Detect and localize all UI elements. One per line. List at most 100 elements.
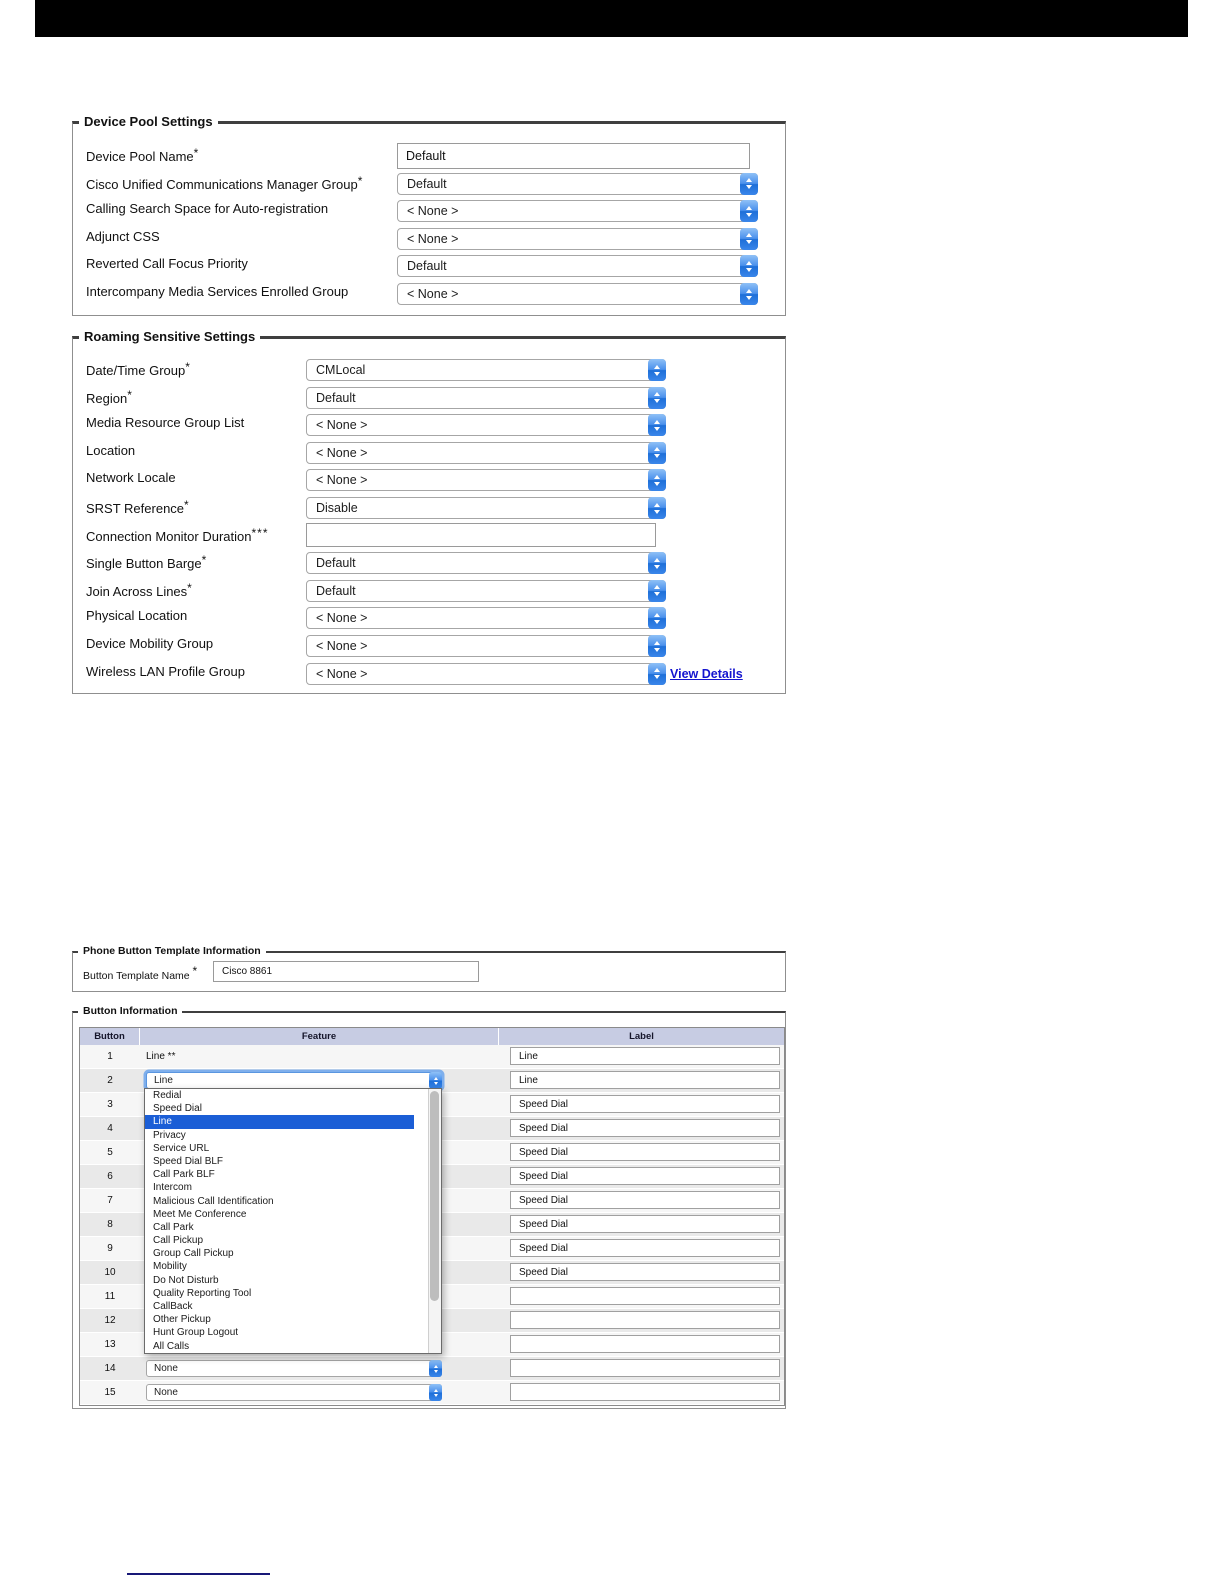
select-stepper-icon bbox=[648, 414, 666, 437]
button-number-cell: 8 bbox=[107, 1219, 113, 1230]
required-asterisk: * bbox=[192, 964, 199, 978]
dropdown-select[interactable]: Default bbox=[306, 552, 666, 575]
dropdown-item[interactable]: Call Park BLF bbox=[145, 1168, 414, 1181]
dropdown-scrollbar[interactable] bbox=[428, 1089, 441, 1353]
label-input[interactable]: Line bbox=[510, 1047, 780, 1065]
view-details-link[interactable]: View Details bbox=[670, 667, 743, 681]
select-value: Default bbox=[316, 390, 356, 405]
redacted-header-bar bbox=[35, 0, 1188, 37]
label-input[interactable]: Speed Dial bbox=[510, 1095, 780, 1113]
table-header-row: Button Feature Label bbox=[80, 1028, 784, 1045]
label-input[interactable] bbox=[510, 1335, 780, 1353]
dropdown-select[interactable]: Default bbox=[306, 386, 666, 409]
label-input[interactable]: Speed Dial bbox=[510, 1119, 780, 1137]
select-value: CMLocal bbox=[316, 363, 366, 377]
dropdown-select[interactable]: < None > bbox=[397, 283, 758, 305]
select-value: None bbox=[154, 1363, 178, 1374]
dropdown-item[interactable]: Service URL bbox=[145, 1142, 414, 1155]
label-input[interactable] bbox=[510, 1287, 780, 1305]
input-value: Speed Dial bbox=[519, 1194, 568, 1206]
dropdown-item[interactable]: Do Not Disturb bbox=[145, 1274, 414, 1287]
field-label: Device Mobility Group bbox=[86, 636, 214, 651]
dropdown-item[interactable]: Call Pickup bbox=[145, 1234, 414, 1247]
select-value: < None > bbox=[316, 473, 368, 488]
text-input[interactable] bbox=[306, 522, 656, 547]
field-label: Wireless LAN Profile Group bbox=[86, 663, 245, 679]
button-number-cell: 11 bbox=[104, 1291, 116, 1302]
label-input[interactable] bbox=[510, 1359, 780, 1377]
dropdown-select[interactable]: < None > bbox=[306, 607, 666, 630]
table-header-cell: Button bbox=[80, 1028, 140, 1045]
required-asterisk: * bbox=[193, 146, 200, 160]
label-input[interactable]: Line bbox=[510, 1071, 780, 1089]
dropdown-select[interactable]: < None > bbox=[306, 414, 666, 437]
label-input[interactable]: Speed Dial bbox=[510, 1143, 780, 1161]
dropdown-select[interactable]: Default bbox=[397, 172, 758, 195]
dropdown-select[interactable]: < None > bbox=[306, 469, 666, 492]
button-number-cell: 2 bbox=[107, 1075, 113, 1086]
dropdown-item[interactable]: Call Park bbox=[145, 1221, 414, 1234]
text-input[interactable]: Default bbox=[397, 143, 750, 169]
select-value: < None > bbox=[316, 666, 368, 681]
feature-select[interactable]: None bbox=[146, 1360, 442, 1377]
dropdown-item[interactable]: Other Pickup bbox=[145, 1313, 414, 1326]
dropdown-item[interactable]: CallBack bbox=[145, 1300, 414, 1313]
field-label: Media Resource Group List bbox=[86, 415, 245, 431]
dropdown-item[interactable]: Intercom bbox=[145, 1181, 414, 1194]
required-asterisk: * bbox=[127, 387, 133, 402]
dropdown-select[interactable]: < None > bbox=[306, 635, 666, 657]
dropdown-select[interactable]: < None > bbox=[306, 441, 666, 464]
dropdown-item[interactable]: Group Call Pickup bbox=[145, 1247, 414, 1260]
select-stepper-icon bbox=[648, 497, 666, 519]
dropdown-select[interactable]: Default bbox=[397, 255, 758, 278]
table-header-cell: Label bbox=[629, 1031, 654, 1042]
select-value: Default bbox=[316, 556, 356, 571]
dropdown-item[interactable]: Mobility bbox=[145, 1260, 414, 1273]
button-number-cell: 14 bbox=[104, 1363, 116, 1374]
dropdown-select[interactable]: < None > bbox=[397, 227, 758, 250]
select-stepper-icon bbox=[429, 1384, 442, 1401]
button-template-name-input[interactable]: Cisco 8861 bbox=[213, 961, 479, 982]
required-asterisk: * bbox=[187, 580, 193, 595]
select-value: Default bbox=[316, 583, 356, 598]
input-value: Line bbox=[519, 1074, 538, 1086]
table-row: 15 None bbox=[80, 1381, 784, 1405]
feature-select[interactable]: None bbox=[146, 1384, 442, 1401]
label-input[interactable]: Speed Dial bbox=[510, 1215, 780, 1233]
dropdown-item[interactable]: Privacy bbox=[145, 1129, 414, 1142]
dropdown-item[interactable]: Malicious Call Identification bbox=[145, 1195, 414, 1208]
dropdown-scrollbar-thumb[interactable] bbox=[430, 1091, 439, 1301]
dropdown-select[interactable]: < None > bbox=[397, 200, 758, 223]
dropdown-select[interactable]: Disable bbox=[306, 497, 666, 519]
label-input[interactable] bbox=[510, 1311, 780, 1329]
dropdown-item[interactable]: All Calls bbox=[145, 1340, 414, 1353]
label-input[interactable]: Speed Dial bbox=[510, 1191, 780, 1209]
feature-select[interactable]: Line bbox=[146, 1072, 442, 1089]
select-value: Default bbox=[407, 176, 447, 191]
button-number-cell: 12 bbox=[104, 1315, 116, 1326]
select-value: < None > bbox=[316, 418, 368, 433]
input-value: Speed Dial bbox=[519, 1242, 568, 1254]
button-number-cell: 3 bbox=[107, 1099, 113, 1110]
button-number-cell: 6 bbox=[107, 1171, 113, 1182]
dropdown-item[interactable]: Redial bbox=[145, 1089, 414, 1102]
feature-dropdown-list: Redial Speed Dial Line Privacy Service URL Sp… bbox=[144, 1088, 442, 1354]
label-input[interactable]: Speed Dial bbox=[510, 1239, 780, 1257]
dropdown-item[interactable]: Speed Dial bbox=[145, 1102, 414, 1115]
dropdown-select[interactable]: CMLocal bbox=[306, 359, 666, 381]
dropdown-item[interactable]: Quality Reporting Tool bbox=[145, 1287, 414, 1300]
dropdown-item-selected[interactable]: Line bbox=[145, 1115, 414, 1129]
field-label: Intercompany Media Services Enrolled Gro… bbox=[86, 284, 349, 299]
dropdown-item[interactable]: Speed Dial BLF bbox=[145, 1155, 414, 1168]
dropdown-item[interactable]: Meet Me Conference bbox=[145, 1208, 414, 1221]
field-label: Calling Search Space for Auto-registrati… bbox=[86, 201, 329, 217]
dropdown-select[interactable]: Default bbox=[306, 579, 666, 602]
label-input[interactable]: Speed Dial bbox=[510, 1263, 780, 1281]
dropdown-item[interactable]: Hunt Group Logout bbox=[145, 1326, 414, 1339]
label-input[interactable]: Speed Dial bbox=[510, 1167, 780, 1185]
fieldset-legend: Device Pool Settings bbox=[79, 114, 218, 129]
select-value: < None > bbox=[316, 611, 368, 626]
label-input[interactable] bbox=[510, 1383, 780, 1401]
button-number-cell: 1 bbox=[107, 1051, 113, 1062]
dropdown-select[interactable]: < None > bbox=[306, 662, 666, 685]
